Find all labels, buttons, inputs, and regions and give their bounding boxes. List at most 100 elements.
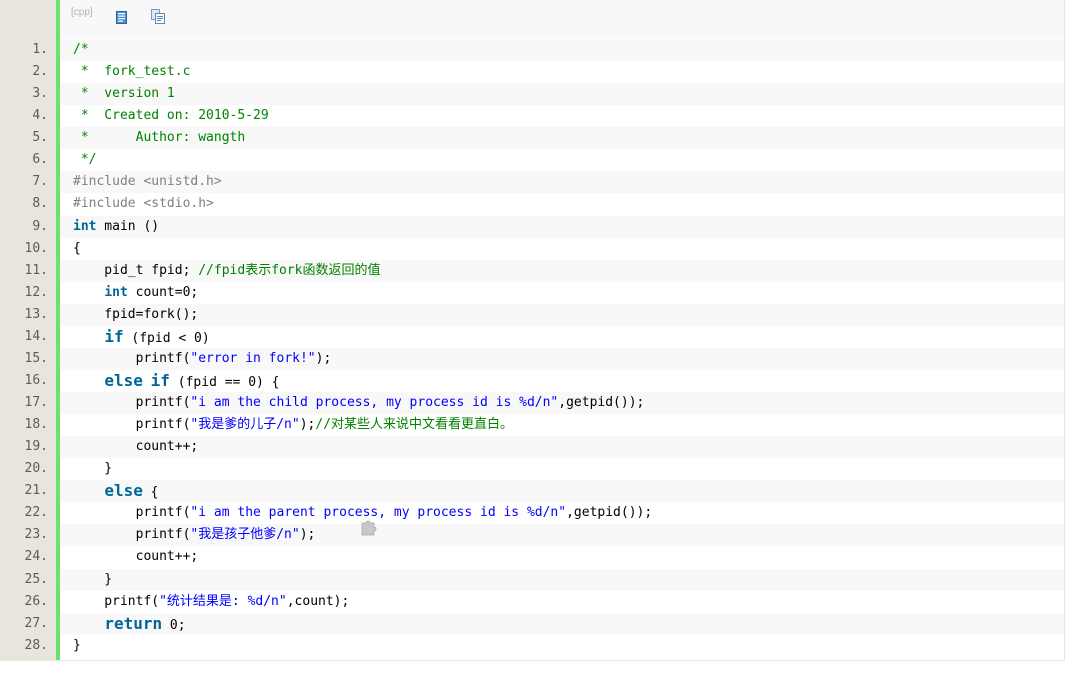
code-token-comment: /*: [73, 42, 89, 57]
code-text: printf("i am the parent process, my proc…: [60, 502, 1064, 525]
code-text: int main (): [60, 215, 1064, 238]
code-line: 26. printf("统计结果是: %d/n",count);: [0, 590, 1064, 613]
code-line: 24. count++;: [0, 546, 1064, 569]
line-number: 9.: [32, 218, 48, 234]
code-line: 15. printf("error in fork!");: [0, 347, 1064, 370]
code-line: 9. int main (): [0, 215, 1064, 238]
language-tag[interactable]: [cpp]: [71, 7, 93, 18]
code-token-comment: * Author: wangth: [73, 130, 246, 146]
code-token-plain: ,getpid());: [558, 395, 645, 410]
code-text: printf("我是孩子他爹/n");: [60, 524, 1064, 547]
code-line: 14. if (fpid < 0): [0, 325, 1064, 348]
code-token-comment: * Created on: 2010-5-29: [73, 108, 269, 124]
line-number: 2.: [32, 64, 48, 80]
code-token-plain: printf(: [73, 417, 191, 433]
code-token-plain: }: [73, 637, 81, 653]
code-line: 20. }: [0, 458, 1064, 481]
code-text: count++;: [60, 546, 1064, 569]
code-text: #include <unistd.h>: [60, 171, 1064, 194]
code-token-plain: printf(: [73, 527, 191, 543]
code-text: int count=0;: [60, 281, 1064, 304]
code-toolbar: [cpp]: [60, 0, 1064, 38]
code-line: 27. return 0;: [0, 612, 1064, 635]
code-token-comment: //对某些人来说中文看看更直白。: [315, 417, 514, 433]
code-text: }: [60, 634, 1064, 657]
line-number: 15.: [24, 350, 48, 366]
code-token-typekw: int: [73, 218, 97, 234]
line-number: 21.: [24, 483, 48, 499]
code-token-comment: * version 1: [73, 86, 175, 102]
code-token-plain: (fpid == 0) {: [169, 374, 280, 390]
line-number: 8.: [32, 196, 48, 212]
line-number: 12.: [24, 284, 48, 300]
view-plain-icon[interactable]: [116, 9, 127, 24]
code-token-plain: }: [73, 571, 113, 587]
code-line: 6. */: [0, 149, 1064, 172]
line-number: 25.: [24, 571, 48, 587]
code-token-comment: * fork_test.c: [73, 64, 191, 80]
line-number: 14.: [24, 328, 48, 344]
code-token-pre: #include <stdio.h>: [73, 196, 214, 212]
code-text: printf("统计结果是: %d/n",count);: [60, 590, 1064, 613]
code-line: 7. #include <unistd.h>: [0, 171, 1064, 194]
code-line: 16. else if (fpid == 0) {: [0, 369, 1064, 392]
code-token-kwbig: if: [150, 370, 170, 390]
code-token-plain: printf(: [73, 395, 191, 410]
code-token-str: "我是孩子他爹/n": [190, 527, 300, 543]
code-token-pre: #include <unistd.h>: [73, 174, 222, 190]
code-text: * Author: wangth: [60, 127, 1064, 150]
code-token-plain: (fpid < 0): [123, 330, 210, 346]
code-token-str: "统计结果是: %d/n": [159, 593, 287, 609]
code-text: * version 1: [60, 83, 1064, 106]
plugin-puzzle-icon: [359, 516, 379, 536]
code-token-comment: */: [73, 152, 97, 168]
code-line: 22. printf("i am the parent process, my …: [0, 502, 1064, 525]
line-number: 19.: [24, 439, 48, 455]
code-line: 2. * fork_test.c: [0, 61, 1064, 84]
line-number: 10.: [24, 240, 48, 256]
code-token-str: "i am the child process, my process id i…: [190, 395, 559, 410]
code-text: * Created on: 2010-5-29: [60, 105, 1064, 128]
code-line: 23. printf("我是孩子他爹/n");: [0, 524, 1064, 547]
copy-to-clipboard-icon[interactable]: [151, 9, 165, 24]
code-line: 3. * version 1: [0, 83, 1064, 106]
code-text: pid_t fpid; //fpid表示fork函数返回的值: [60, 259, 1064, 282]
code-line: 18. printf("我是爹的儿子/n");//对某些人来说中文看看更直白。: [0, 414, 1064, 437]
code-token-plain: }: [73, 461, 113, 477]
code-text: if (fpid < 0): [60, 325, 1064, 348]
code-text: else {: [60, 480, 1064, 503]
line-number: 1.: [32, 42, 48, 57]
code-text: {: [60, 237, 1064, 260]
line-number: 17.: [24, 395, 48, 410]
code-line: 5. * Author: wangth: [0, 127, 1064, 150]
code-block: [cpp] 1./* 2. * fork_test.c 3. * version 1…: [0, 0, 1065, 661]
code-token-plain: );: [299, 527, 316, 543]
code-text: return 0;: [60, 612, 1064, 635]
line-number: 11.: [24, 262, 48, 278]
code-line: 28.}: [0, 634, 1064, 657]
code-text: * fork_test.c: [60, 61, 1064, 84]
line-number: 23.: [24, 527, 48, 543]
code-text: printf("i am the child process, my proce…: [60, 392, 1064, 415]
line-number: 16.: [24, 372, 48, 388]
code-line: 8. #include <stdio.h>: [0, 193, 1064, 216]
line-number: 4.: [32, 108, 48, 124]
code-line: 19. count++;: [0, 436, 1064, 459]
line-number: 24.: [24, 549, 48, 565]
code-token-kwbig: else: [104, 370, 143, 390]
code-token-plain: pid_t fpid;: [73, 262, 199, 278]
code-text: }: [60, 458, 1064, 481]
code-token-plain: {: [142, 485, 159, 501]
code-text: printf("我是爹的儿子/n");//对某些人来说中文看看更直白。: [60, 414, 1064, 437]
code-token-plain: );: [315, 350, 332, 366]
code-token-comment: //fpid表示fork函数返回的值: [198, 262, 381, 278]
code-text: else if (fpid == 0) {: [60, 369, 1064, 392]
code-line: 25. }: [0, 568, 1064, 591]
code-token-str: "error in fork!": [190, 350, 316, 366]
code-token-plain: main (): [96, 218, 160, 234]
code-token-plain: count++;: [73, 439, 199, 455]
code-line: 21. else {: [0, 480, 1064, 503]
code-token-plain: printf(: [73, 505, 191, 521]
code-token-plain: printf(: [73, 350, 191, 366]
